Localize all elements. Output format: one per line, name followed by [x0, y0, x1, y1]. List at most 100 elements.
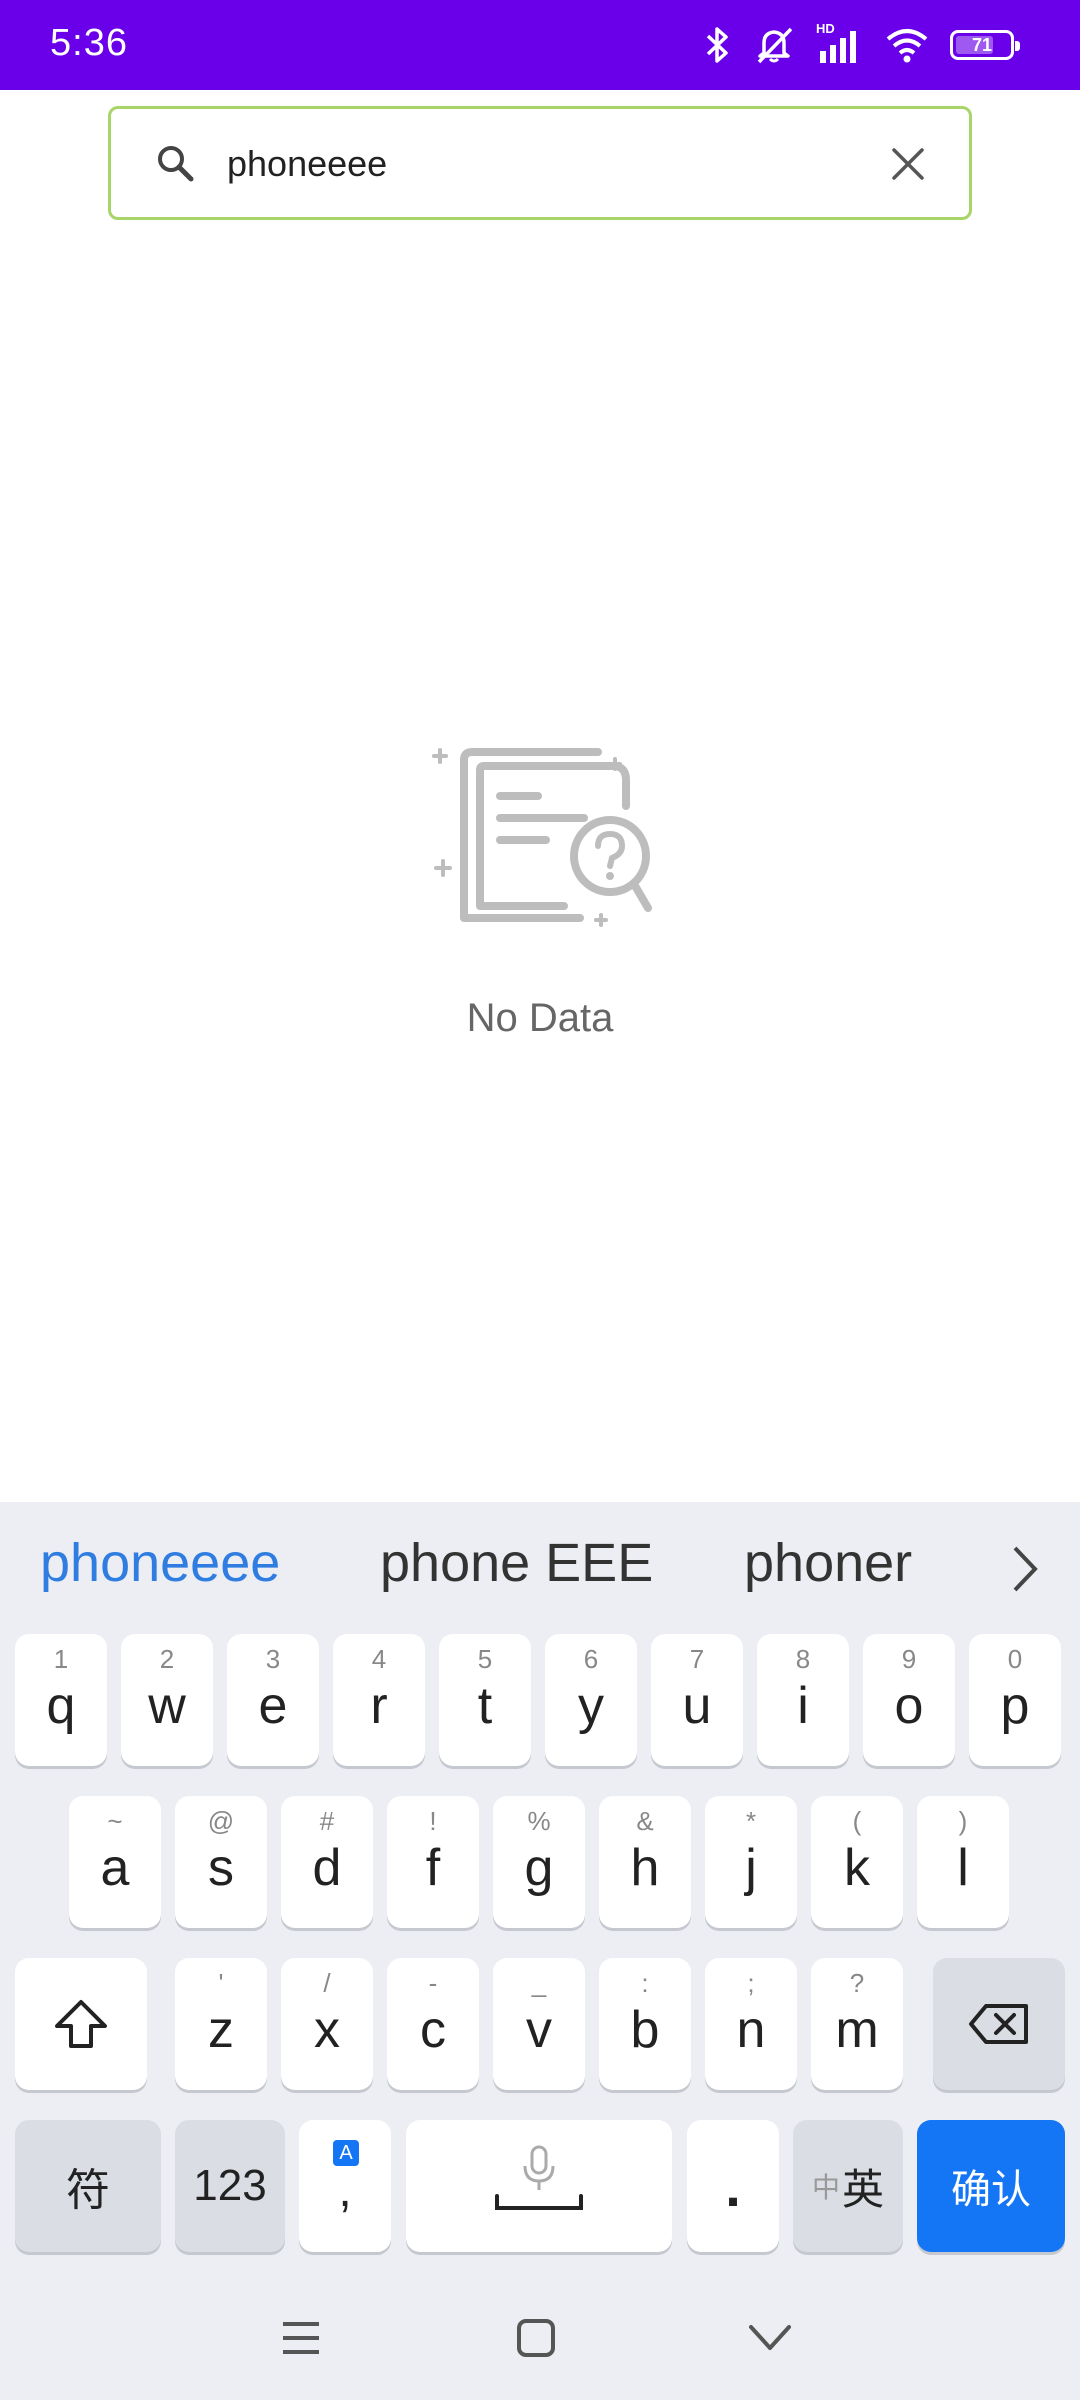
backspace-icon: [969, 2004, 1028, 2044]
key-sub: (: [852, 1806, 862, 1836]
key-e[interactable]: 3e: [227, 1634, 319, 1766]
status-bar: 5:36 HD 71: [0, 0, 1080, 90]
key-label: w: [148, 1677, 186, 1735]
key-v[interactable]: _ v: [493, 1958, 585, 2090]
key-sub: &: [636, 1806, 654, 1836]
key-label: n: [736, 2001, 766, 2059]
shift-icon: [55, 2000, 107, 2048]
search-input[interactable]: [227, 129, 847, 199]
key-sub: @: [207, 1806, 235, 1836]
key-j[interactable]: * j: [705, 1796, 797, 1928]
key-label: v: [526, 2001, 552, 2059]
key-o[interactable]: 9o: [863, 1634, 955, 1766]
key-z[interactable]: ' z: [175, 1958, 267, 2090]
key-k[interactable]: (k: [811, 1796, 903, 1928]
key-label: p: [1000, 1677, 1030, 1735]
key-w[interactable]: 2w: [121, 1634, 213, 1766]
key-r[interactable]: 4r: [333, 1634, 425, 1766]
suggestion-3[interactable]: phoner: [744, 1532, 934, 1594]
shift-key[interactable]: [15, 1958, 147, 2090]
key-sub: ~: [107, 1806, 123, 1836]
comma-key[interactable]: A ,: [299, 2120, 391, 2252]
key-sub: !: [429, 1806, 437, 1836]
key-s[interactable]: @ s: [175, 1796, 267, 1928]
key-t[interactable]: 5t: [439, 1634, 531, 1766]
lang-small: 中: [811, 2172, 840, 2203]
language-toggle-key[interactable]: 中 英: [793, 2120, 903, 2252]
home-icon[interactable]: [516, 2318, 556, 2358]
key-label: o: [894, 1677, 924, 1735]
key-sub: 6: [583, 1644, 599, 1674]
suggestion-2[interactable]: phone EEE: [380, 1532, 653, 1594]
key-sub: ': [218, 1968, 224, 1998]
space-key[interactable]: [406, 2120, 672, 2252]
key-sub: 3: [265, 1644, 281, 1674]
key-h[interactable]: & h: [599, 1796, 691, 1928]
key-sub: #: [319, 1806, 335, 1836]
status-time: 5:36: [50, 22, 128, 64]
key-q[interactable]: 1q: [15, 1634, 107, 1766]
key-sub: 0: [1007, 1644, 1023, 1674]
symbols-key[interactable]: 符: [15, 2120, 161, 2252]
key-label: x: [314, 2001, 340, 2059]
key-label: d: [312, 1839, 342, 1897]
key-label: i: [797, 1677, 809, 1735]
key-sub: 7: [689, 1644, 705, 1674]
signal-icon: HD: [816, 21, 864, 65]
key-sub: ;: [747, 1968, 755, 1998]
key-u[interactable]: 7u: [651, 1634, 743, 1766]
key-a[interactable]: ~ a: [69, 1796, 161, 1928]
key-label: b: [630, 2001, 660, 2059]
no-data-icon: [432, 748, 652, 927]
key-i[interactable]: 8i: [757, 1634, 849, 1766]
key-sub: 4: [371, 1644, 387, 1674]
search-bar[interactable]: [108, 106, 972, 220]
key-sub: 9: [901, 1644, 917, 1674]
key-m[interactable]: ? m: [811, 1958, 903, 2090]
numbers-key[interactable]: 123: [175, 2120, 285, 2252]
key-sub: ?: [849, 1968, 865, 1998]
wifi-icon: [886, 29, 928, 63]
key-f[interactable]: ! f: [387, 1796, 479, 1928]
key-p[interactable]: 0p: [969, 1634, 1061, 1766]
key-label: u: [682, 1677, 712, 1735]
key-label: h: [630, 1839, 660, 1897]
key-label: c: [420, 2001, 446, 2059]
key-n[interactable]: ; n: [705, 1958, 797, 2090]
close-icon[interactable]: [891, 147, 925, 181]
suggestion-1[interactable]: phoneeee: [40, 1532, 280, 1594]
back-icon[interactable]: [748, 2324, 792, 2352]
key-label: y: [578, 1677, 604, 1735]
key-sub: /: [323, 1968, 331, 1998]
key-x[interactable]: / x: [281, 1958, 373, 2090]
key-b[interactable]: :b: [599, 1958, 691, 2090]
battery-text: 71: [971, 34, 993, 55]
key-y[interactable]: 6y: [545, 1634, 637, 1766]
key-sub: ): [958, 1806, 968, 1836]
key-label: a: [100, 1839, 130, 1897]
key-label: e: [258, 1677, 288, 1735]
key-l[interactable]: ) l: [917, 1796, 1009, 1928]
battery-icon: 71: [950, 30, 1020, 60]
key-sub: :: [641, 1968, 649, 1998]
key-label: z: [208, 2001, 234, 2059]
key-label: k: [844, 1839, 870, 1897]
search-icon: [158, 146, 194, 182]
menu-icon[interactable]: [280, 2318, 322, 2358]
status-icons: HD 71: [704, 20, 1020, 70]
key-label: j: [745, 1839, 757, 1897]
backspace-key[interactable]: [933, 1958, 1065, 2090]
key-sub: 5: [477, 1644, 493, 1674]
lang-main: 英: [842, 2165, 885, 2213]
key-c[interactable]: -c: [387, 1958, 479, 2090]
mute-icon: [757, 27, 793, 64]
chevron-right-icon[interactable]: [1010, 1544, 1040, 1594]
keyboard: phoneeee phone EEE phoner 1q 2w 3e 4r 5t…: [0, 1502, 1080, 2400]
confirm-key[interactable]: 确认: [917, 2120, 1065, 2252]
key-label: r: [370, 1677, 388, 1735]
key-d[interactable]: # d: [281, 1796, 373, 1928]
period-key[interactable]: .: [687, 2120, 779, 2252]
key-label: m: [835, 2001, 879, 2059]
key-g[interactable]: % g: [493, 1796, 585, 1928]
bluetooth-icon: [706, 27, 728, 63]
